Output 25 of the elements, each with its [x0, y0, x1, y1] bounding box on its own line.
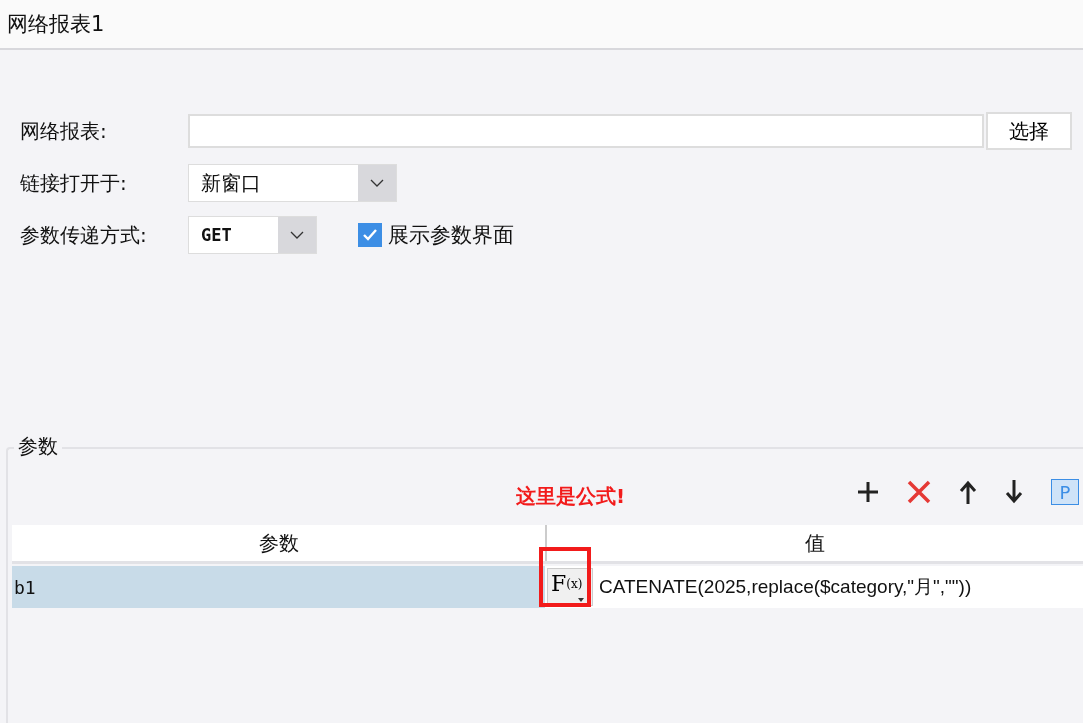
move-down-icon[interactable] [1005, 480, 1023, 504]
window-title: 网络报表1 [7, 11, 105, 38]
column-header[interactable]: 参数 [12, 525, 547, 561]
field-label: 网络报表: [20, 117, 108, 145]
check-icon [362, 228, 378, 242]
field-label: 链接打开于: [20, 169, 128, 197]
caret-icon [578, 598, 584, 602]
move-up-icon[interactable] [959, 480, 977, 504]
table-cell[interactable]: b1 [12, 566, 545, 608]
highlight-box [539, 547, 591, 607]
method-dropdown[interactable]: GET [188, 216, 317, 254]
formula-value[interactable]: CATENATE(2025,replace($category,"月","")) [599, 574, 972, 600]
annotation-text: 这里是公式! [516, 483, 626, 510]
select-button[interactable]: 选择 [986, 112, 1072, 150]
open-in-dropdown[interactable]: 新窗口 [188, 164, 397, 202]
add-icon[interactable] [857, 481, 879, 503]
checkbox-label: 展示参数界面 [388, 222, 514, 249]
delete-icon[interactable] [907, 480, 931, 504]
chevron-down-icon [370, 179, 384, 187]
field-label: 参数传递方式: [20, 221, 148, 249]
column-header[interactable]: 值 [547, 525, 1083, 561]
chevron-down-icon [290, 231, 304, 239]
group-title: 参数 [14, 433, 62, 460]
report-field[interactable] [188, 114, 984, 148]
checkbox[interactable] [358, 223, 382, 247]
